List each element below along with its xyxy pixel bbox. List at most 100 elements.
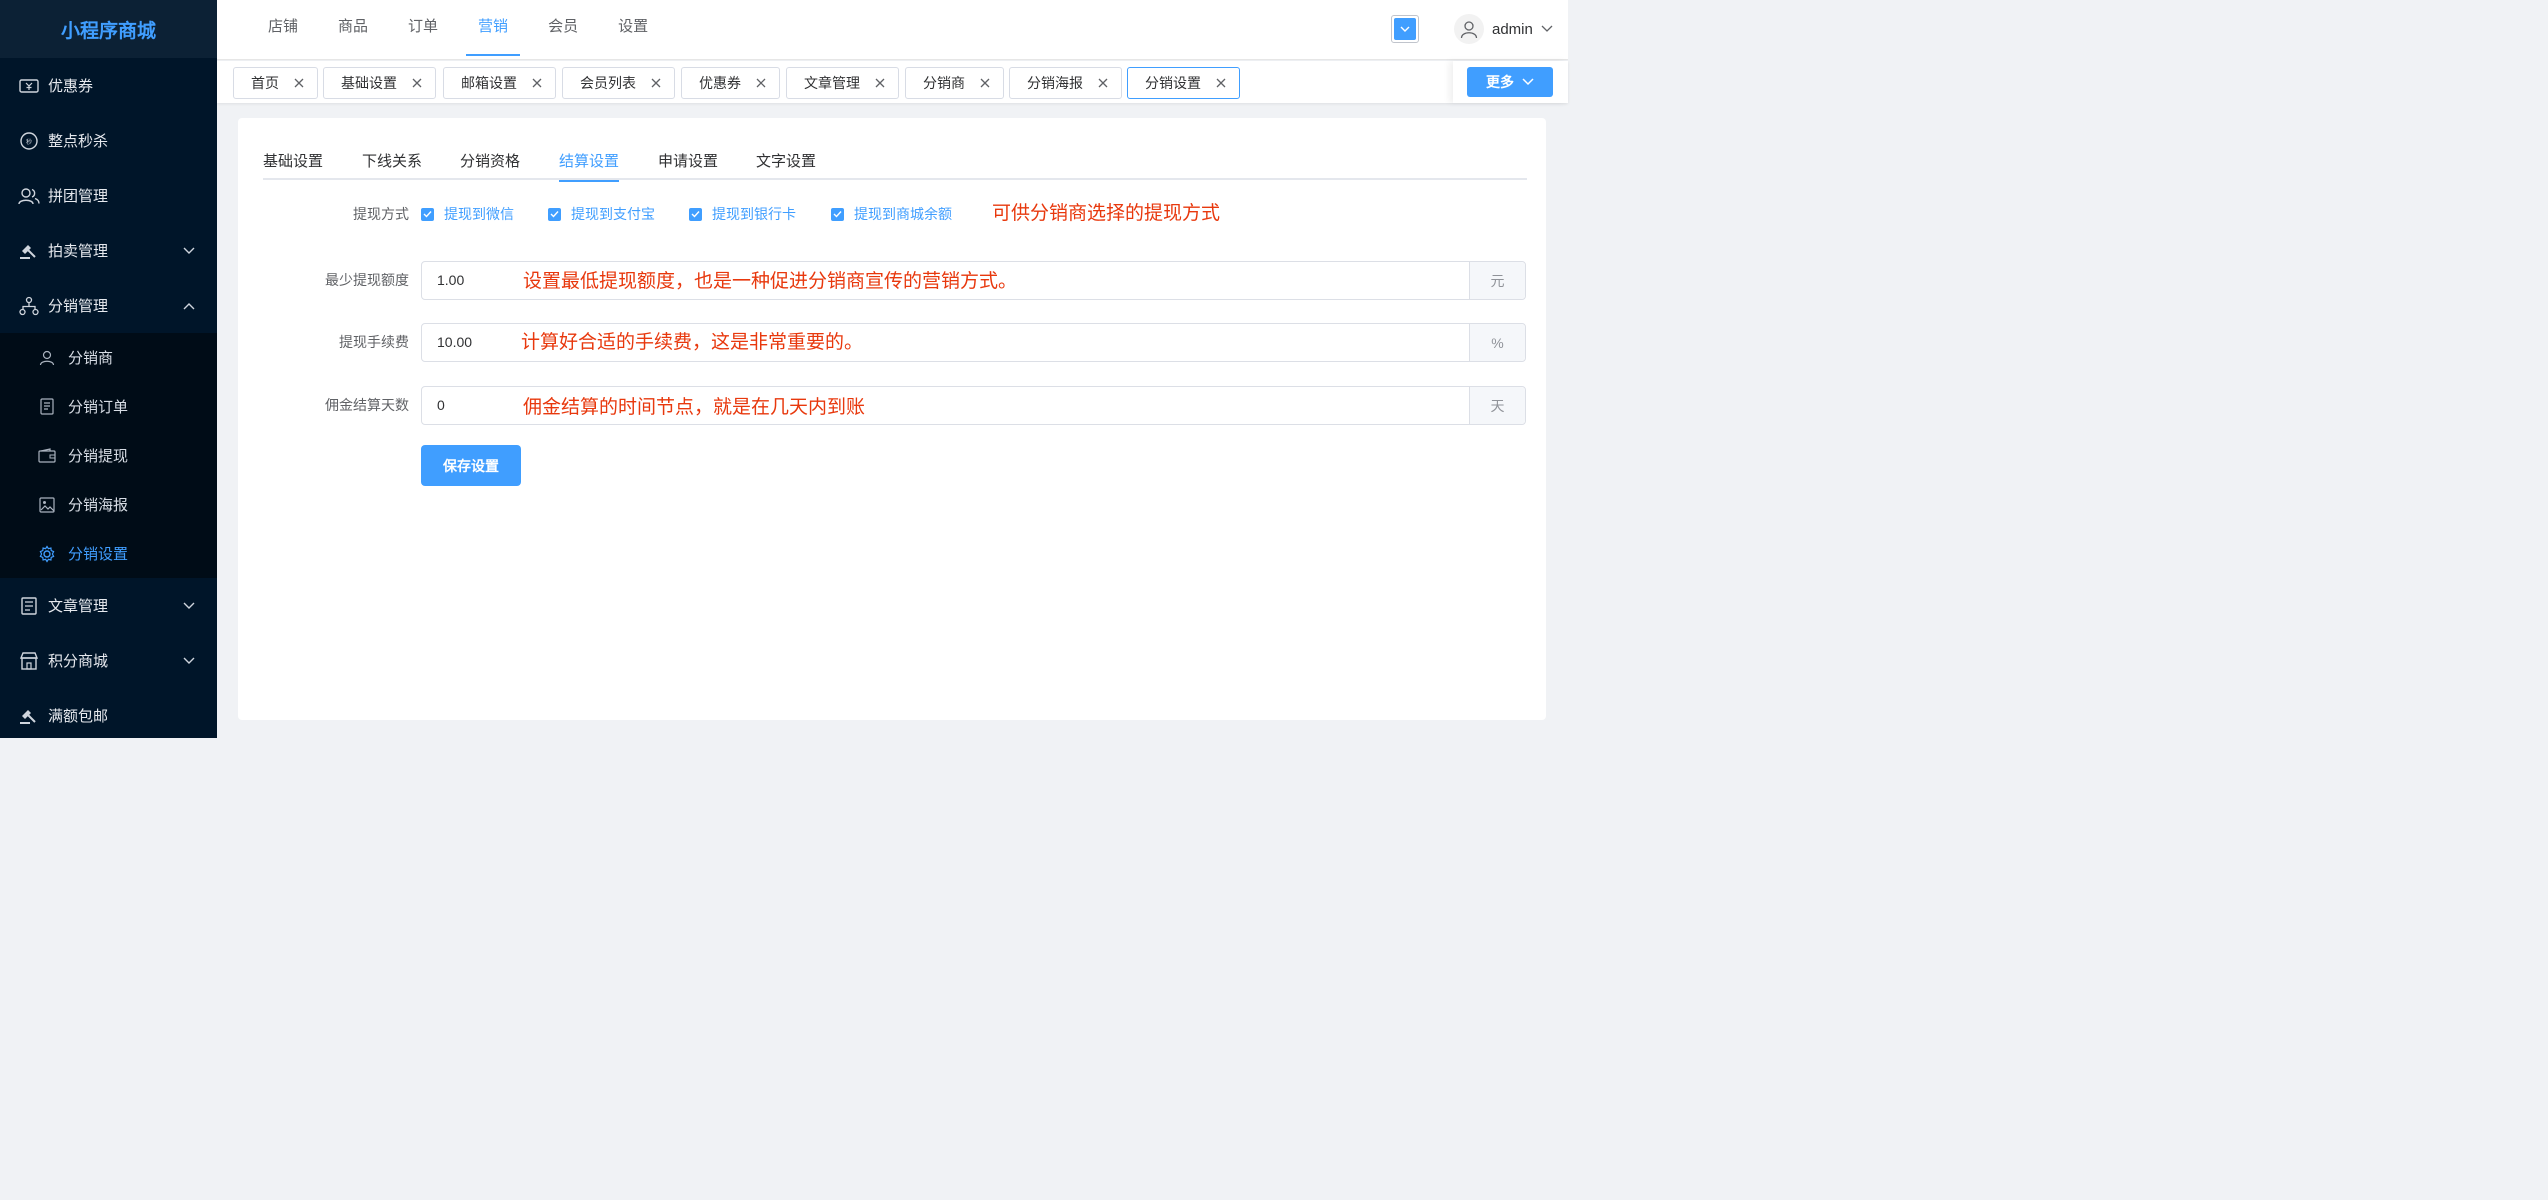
tag-mail-settings[interactable]: 邮箱设置 (443, 67, 556, 99)
tag-articles[interactable]: 文章管理 (786, 67, 899, 99)
sidebar-item-auction[interactable]: 拍卖管理 (0, 223, 217, 278)
sidebar-item-label: 积分商城 (48, 653, 109, 670)
sidebar-item-group-buy[interactable]: 拼团管理 (0, 168, 217, 223)
tag-label: 首页 (251, 75, 279, 91)
fee-value: 10.00 (437, 334, 473, 350)
tag-label: 分销商 (923, 75, 965, 91)
sidebar-item-coupon[interactable]: 优惠券 (0, 58, 217, 113)
wallet-icon (38, 447, 56, 465)
tab-application[interactable]: 申请设置 (658, 150, 718, 180)
close-icon[interactable] (755, 77, 767, 89)
tag-basic-settings[interactable]: 基础设置 (323, 67, 436, 99)
tag-home[interactable]: 首页 (233, 67, 318, 99)
user-icon (38, 349, 56, 367)
tab-basic-settings[interactable]: 基础设置 (263, 150, 323, 180)
unit-yuan: 元 (1469, 262, 1525, 299)
sidebar-item-articles[interactable]: 文章管理 (0, 578, 217, 633)
close-icon[interactable] (531, 77, 543, 89)
tag-label: 分销海报 (1027, 75, 1083, 91)
min-amount-label: 最少提现额度 (325, 272, 409, 288)
gavel-icon (18, 240, 40, 262)
checkbox-mall-balance[interactable]: 提现到商城余额 (831, 204, 952, 224)
more-button-label: 更多 (1486, 74, 1514, 90)
chevron-up-icon (183, 302, 195, 309)
tag-distribution-poster[interactable]: 分销海报 (1009, 67, 1122, 99)
topnav-item-members[interactable]: 会员 (548, 0, 578, 56)
close-icon[interactable] (650, 77, 662, 89)
topnav-item-store[interactable]: 店铺 (268, 0, 298, 56)
sidebar-item-distribution[interactable]: 分销管理 (0, 278, 217, 333)
checkbox-wechat[interactable]: 提现到微信 (421, 204, 514, 224)
checkbox-checked-icon (421, 207, 434, 221)
tab-qualification[interactable]: 分销资格 (460, 150, 520, 180)
tag-distributor[interactable]: 分销商 (905, 67, 1004, 99)
close-icon[interactable] (411, 77, 423, 89)
ticket-icon (18, 75, 40, 97)
sidebar-item-flash-sale[interactable]: 秒 整点秒杀 (0, 113, 217, 168)
sidebar-item-free-shipping[interactable]: 满额包邮 (0, 688, 217, 738)
gear-icon (38, 544, 56, 563)
sidebar-subitem-withdraw[interactable]: 分销提现 (0, 431, 217, 480)
close-icon[interactable] (293, 77, 305, 89)
checkbox-label: 提现到支付宝 (571, 206, 655, 222)
sidebar-item-label: 分销管理 (48, 298, 109, 315)
tag-member-list[interactable]: 会员列表 (562, 67, 675, 99)
sidebar-subitem-settings[interactable]: 分销设置 (0, 529, 217, 578)
tag-label: 优惠券 (699, 75, 741, 91)
settlement-days-label: 佣金结算天数 (325, 397, 409, 413)
dropdown-toggle-button[interactable] (1391, 15, 1419, 43)
sidebar-item-label: 满额包邮 (48, 708, 109, 725)
close-icon[interactable] (1215, 77, 1227, 89)
gavel-icon (18, 705, 40, 727)
topnav-item-settings[interactable]: 设置 (618, 0, 648, 56)
shop-icon (18, 650, 40, 672)
sidebar-subitem-orders[interactable]: 分销订单 (0, 382, 217, 431)
sidebar-item-points-mall[interactable]: 积分商城 (0, 633, 217, 688)
more-button[interactable]: 更多 (1467, 67, 1553, 97)
checkbox-checked-icon (689, 207, 702, 221)
tag-coupon[interactable]: 优惠券 (681, 67, 780, 99)
order-icon (38, 398, 56, 416)
sidebar: 小程序商城 优惠券 秒 整点秒杀 拼团管理 拍卖管理 分销管理 分销商 分销订单… (0, 0, 217, 738)
tab-downline[interactable]: 下线关系 (362, 150, 422, 180)
chevron-down-icon (1522, 78, 1534, 86)
tag-distribution-settings[interactable]: 分销设置 (1127, 67, 1240, 99)
sidebar-subitem-label: 分销商 (68, 350, 114, 367)
topnav-item-goods[interactable]: 商品 (338, 0, 368, 56)
image-icon (38, 496, 56, 514)
annotation-min-amount: 设置最低提现额度，也是一种促进分销商宣传的营销方式。 (523, 271, 1018, 292)
checkbox-label: 提现到银行卡 (712, 206, 796, 222)
sidebar-item-label: 整点秒杀 (48, 133, 109, 150)
sidebar-subitem-label: 分销订单 (68, 399, 129, 416)
tag-label: 分销设置 (1145, 75, 1201, 91)
tab-text-settings[interactable]: 文字设置 (756, 150, 816, 180)
svg-text:秒: 秒 (26, 138, 32, 146)
sidebar-subitem-distributor[interactable]: 分销商 (0, 333, 217, 382)
document-icon (18, 595, 40, 617)
close-icon[interactable] (874, 77, 886, 89)
fee-label: 提现手续费 (339, 334, 409, 350)
network-icon (18, 295, 40, 317)
save-settings-button[interactable]: 保存设置 (421, 445, 521, 486)
tab-settlement[interactable]: 结算设置 (559, 150, 620, 182)
checkbox-label: 提现到商城余额 (854, 206, 952, 222)
tag-label: 基础设置 (341, 75, 397, 91)
sidebar-subitem-poster[interactable]: 分销海报 (0, 480, 217, 529)
annotation-withdraw: 可供分销商选择的提现方式 (992, 203, 1221, 224)
chevron-down-icon (1400, 26, 1410, 32)
checkbox-label: 提现到微信 (444, 206, 514, 222)
user-menu[interactable]: admin (1454, 14, 1553, 44)
sidebar-subitem-label: 分销海报 (68, 497, 129, 514)
tags-view-bar: 首页 基础设置 邮箱设置 会员列表 优惠券 文章管理 分销商 分销海报 分销设置… (217, 61, 1568, 103)
close-icon[interactable] (1097, 77, 1109, 89)
topnav-item-marketing[interactable]: 营销 (466, 0, 521, 56)
users-icon (18, 185, 40, 207)
sidebar-item-label: 文章管理 (48, 598, 109, 615)
annotation-fee: 计算好合适的手续费，这是非常重要的。 (521, 332, 864, 353)
withdraw-method-label: 提现方式 (353, 206, 409, 222)
topnav-item-orders[interactable]: 订单 (408, 0, 438, 56)
checkbox-alipay[interactable]: 提现到支付宝 (548, 204, 655, 224)
checkbox-checked-icon (548, 207, 561, 221)
checkbox-bank-card[interactable]: 提现到银行卡 (689, 204, 796, 224)
close-icon[interactable] (979, 77, 991, 89)
